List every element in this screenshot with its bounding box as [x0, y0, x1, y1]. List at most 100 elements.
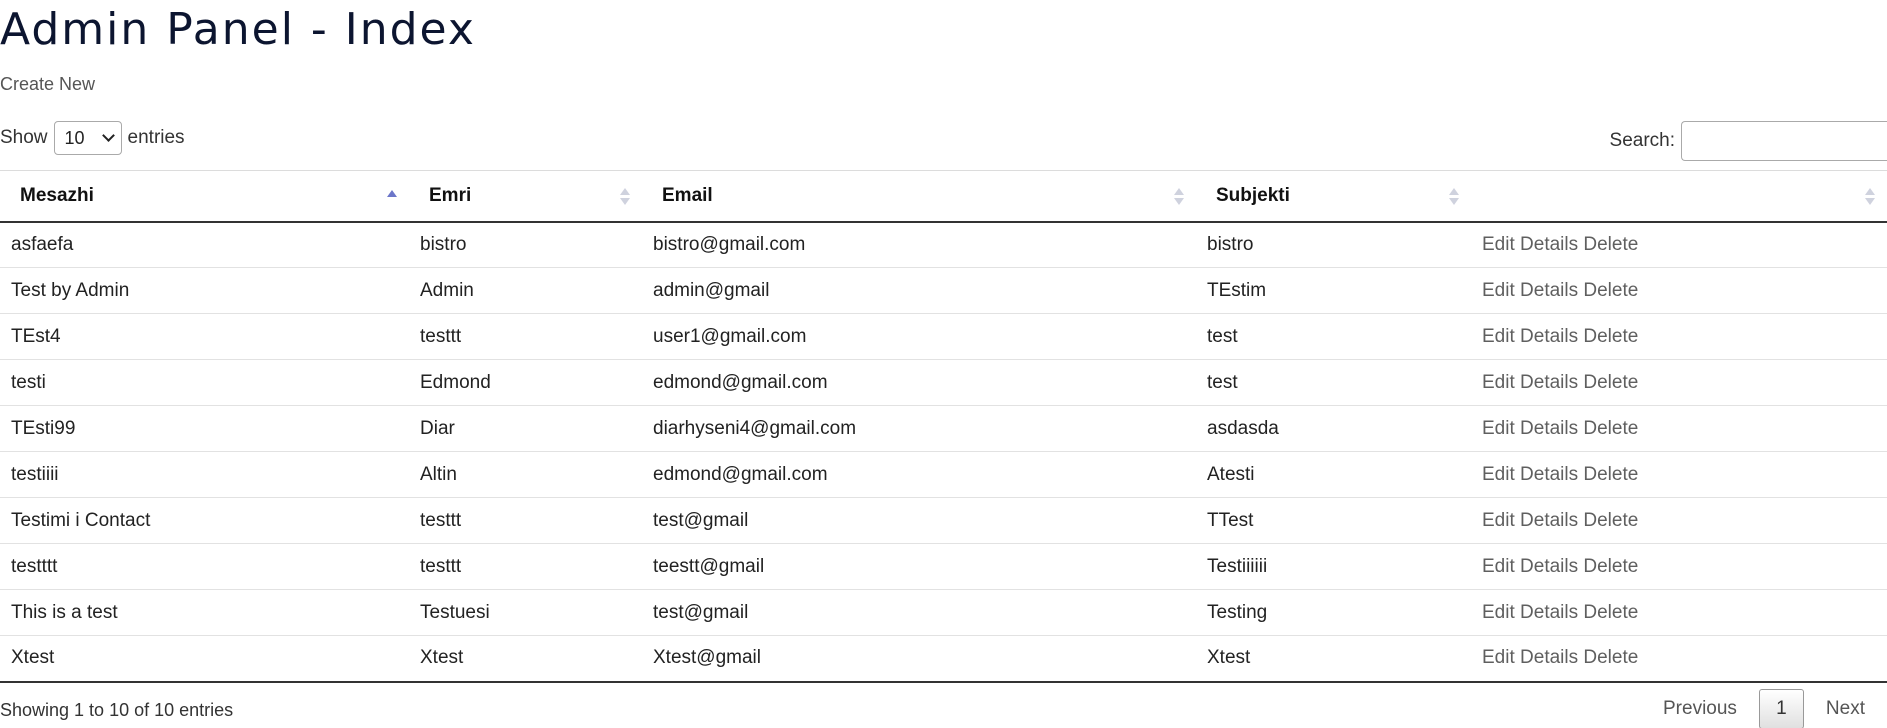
- search-input[interactable]: [1681, 121, 1887, 161]
- edit-link[interactable]: Edit: [1482, 602, 1515, 623]
- page-1-button[interactable]: 1: [1758, 689, 1804, 728]
- delete-link[interactable]: Delete: [1583, 464, 1638, 485]
- cell-subjekti: Testiiiiii: [1196, 543, 1471, 590]
- cell-mesazhi: testi: [0, 359, 409, 406]
- delete-link[interactable]: Delete: [1583, 418, 1638, 439]
- cell-subjekti: bistro: [1196, 221, 1471, 268]
- edit-link[interactable]: Edit: [1482, 372, 1515, 393]
- table-row: asfaefa bistro bistro@gmail.com bistro Edit …: [0, 221, 1887, 268]
- edit-link[interactable]: Edit: [1482, 510, 1515, 531]
- details-link[interactable]: Details: [1520, 464, 1578, 485]
- details-link[interactable]: Details: [1520, 418, 1578, 439]
- details-link[interactable]: Details: [1520, 556, 1578, 577]
- edit-link[interactable]: Edit: [1482, 647, 1515, 668]
- edit-link[interactable]: Edit: [1482, 464, 1515, 485]
- cell-emri: Edmond: [409, 359, 642, 406]
- cell-email: test@gmail: [642, 589, 1196, 636]
- cell-subjekti: Testing: [1196, 589, 1471, 636]
- table-header-row: Mesazhi Emri Email Subjekti: [0, 170, 1887, 223]
- details-link[interactable]: Details: [1520, 280, 1578, 301]
- pagination: Previous 1 Next: [1641, 689, 1887, 728]
- delete-link[interactable]: Delete: [1583, 234, 1638, 255]
- cell-actions: Edit Details Delete: [1471, 635, 1887, 683]
- table-row: testiiii Altin edmond@gmail.com Atesti Edit …: [0, 451, 1887, 498]
- details-link[interactable]: Details: [1520, 510, 1578, 531]
- table-row: Xtest Xtest Xtest@gmail Xtest Edit Details D…: [0, 635, 1887, 683]
- details-link[interactable]: Details: [1520, 372, 1578, 393]
- details-link[interactable]: Details: [1520, 602, 1578, 623]
- edit-link[interactable]: Edit: [1482, 234, 1515, 255]
- edit-link[interactable]: Edit: [1482, 280, 1515, 301]
- sort-both-icon: [1449, 188, 1459, 206]
- delete-link[interactable]: Delete: [1583, 280, 1638, 301]
- page-title: Admin Panel - Index: [0, 4, 476, 55]
- cell-emri: Altin: [409, 451, 642, 498]
- delete-link[interactable]: Delete: [1583, 372, 1638, 393]
- sort-both-icon: [1865, 188, 1875, 206]
- cell-emri: testtt: [409, 497, 642, 544]
- search-label: Search:: [1609, 130, 1675, 151]
- cell-actions: Edit Details Delete: [1471, 313, 1887, 360]
- cell-emri: Testuesi: [409, 589, 642, 636]
- entries-length-select[interactable]: 10: [53, 121, 122, 155]
- cell-mesazhi: Xtest: [0, 635, 409, 683]
- column-header-mesazhi[interactable]: Mesazhi: [0, 170, 409, 223]
- delete-link[interactable]: Delete: [1583, 556, 1638, 577]
- cell-actions: Edit Details Delete: [1471, 405, 1887, 452]
- cell-mesazhi: Test by Admin: [0, 267, 409, 314]
- cell-actions: Edit Details Delete: [1471, 497, 1887, 544]
- next-page-button[interactable]: Next: [1804, 689, 1887, 728]
- cell-subjekti: TTest: [1196, 497, 1471, 544]
- cell-subjekti: Xtest: [1196, 635, 1471, 683]
- cell-emri: testtt: [409, 543, 642, 590]
- cell-actions: Edit Details Delete: [1471, 543, 1887, 590]
- delete-link[interactable]: Delete: [1583, 326, 1638, 347]
- column-header-emri[interactable]: Emri: [409, 170, 642, 223]
- table-row: Test by Admin Admin admin@gmail TEstim Edit …: [0, 267, 1887, 314]
- details-link[interactable]: Details: [1520, 326, 1578, 347]
- edit-link[interactable]: Edit: [1482, 556, 1515, 577]
- cell-actions: Edit Details Delete: [1471, 267, 1887, 314]
- cell-subjekti: test: [1196, 313, 1471, 360]
- header-label: Mesazhi: [20, 184, 94, 206]
- table-row: testi Edmond edmond@gmail.com test Edit Deta…: [0, 359, 1887, 406]
- cell-mesazhi: Testimi i Contact: [0, 497, 409, 544]
- table-info: Showing 1 to 10 of 10 entries: [0, 700, 234, 720]
- chevron-down-icon: [101, 129, 115, 142]
- cell-mesazhi: testiiii: [0, 451, 409, 498]
- cell-subjekti: test: [1196, 359, 1471, 406]
- cell-email: bistro@gmail.com: [642, 221, 1196, 268]
- previous-page-button[interactable]: Previous: [1641, 689, 1759, 728]
- cell-email: user1@gmail.com: [642, 313, 1196, 360]
- cell-mesazhi: asfaefa: [0, 221, 409, 268]
- create-new-link[interactable]: Create New: [0, 74, 95, 95]
- length-suffix: entries: [127, 127, 185, 148]
- delete-link[interactable]: Delete: [1583, 510, 1638, 531]
- edit-link[interactable]: Edit: [1482, 418, 1515, 439]
- table-row: This is a test Testuesi test@gmail Testing E…: [0, 589, 1887, 636]
- cell-emri: Admin: [409, 267, 642, 314]
- cell-subjekti: asdasda: [1196, 405, 1471, 452]
- sort-both-icon: [620, 188, 630, 206]
- cell-emri: testtt: [409, 313, 642, 360]
- cell-emri: bistro: [409, 221, 642, 268]
- table-row: testttt testtt teestt@gmail Testiiiiii Edit …: [0, 543, 1887, 590]
- cell-actions: Edit Details Delete: [1471, 589, 1887, 636]
- sort-both-icon: [1174, 188, 1184, 206]
- cell-email: teestt@gmail: [642, 543, 1196, 590]
- cell-actions: Edit Details Delete: [1471, 359, 1887, 406]
- delete-link[interactable]: Delete: [1583, 602, 1638, 623]
- column-header-actions[interactable]: [1471, 170, 1887, 223]
- details-link[interactable]: Details: [1520, 234, 1578, 255]
- delete-link[interactable]: Delete: [1583, 647, 1638, 668]
- cell-mesazhi: TEsti99: [0, 405, 409, 452]
- column-header-subjekti[interactable]: Subjekti: [1196, 170, 1471, 223]
- messages-table: Mesazhi Emri Email Subjekti asfaefa bistr…: [0, 170, 1887, 683]
- cell-mesazhi: TEst4: [0, 313, 409, 360]
- cell-emri: Diar: [409, 405, 642, 452]
- edit-link[interactable]: Edit: [1482, 326, 1515, 347]
- details-link[interactable]: Details: [1520, 647, 1578, 668]
- cell-subjekti: TEstim: [1196, 267, 1471, 314]
- column-header-email[interactable]: Email: [642, 170, 1196, 223]
- table-body: asfaefa bistro bistro@gmail.com bistro Edit …: [0, 221, 1887, 683]
